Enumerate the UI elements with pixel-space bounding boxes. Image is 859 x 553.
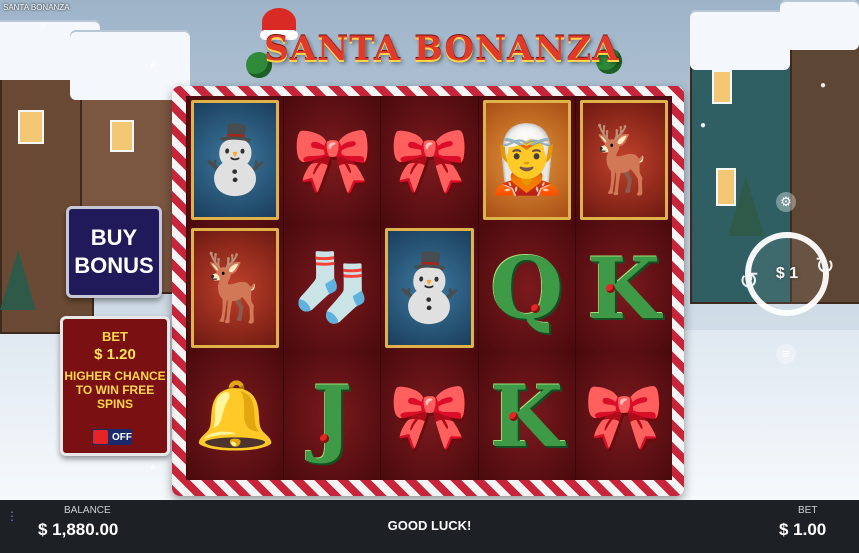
ante-bet-amount: $ 1.20 [94, 346, 136, 363]
letter-k-symbol: K [490, 366, 564, 466]
bow-icon: 🎀 [389, 123, 470, 198]
spin-arrow-icon: ↺ [739, 268, 760, 295]
game-title: SANTA BONANZA [264, 29, 620, 69]
bell-icon: 🔔 [194, 377, 277, 454]
reel-cell-reindeer: 🦌 [574, 96, 672, 224]
window [18, 110, 44, 144]
stocking-icon: 🧦 [291, 249, 374, 326]
ante-bet-panel: BET $ 1.20 HIGHER CHANCE TO WIN FREE SPI… [60, 316, 170, 456]
reel-cell-j: J [283, 352, 381, 480]
reel-cell-snowman: ⛄ [380, 224, 478, 352]
snowflake: ● [820, 80, 827, 91]
roof-right [690, 10, 790, 70]
reel-cell-bow: 🎀 [380, 352, 478, 480]
window [110, 120, 134, 152]
reel-cell-snowman: ⛄ [186, 96, 284, 224]
snowflake: ● [150, 60, 157, 71]
bet-label: BET [798, 505, 818, 516]
spin-bet-amount: $ 1 [775, 265, 799, 282]
toggle-knob [93, 430, 108, 444]
buy-bonus-button[interactable]: BUY BONUS [66, 206, 162, 298]
reel-cell-k: K [574, 224, 672, 352]
spin-arrow-icon: ↻ [814, 253, 835, 280]
balance-label: BALANCE [64, 505, 111, 516]
bet-settings-icon[interactable]: ≡ [776, 344, 796, 364]
bet-value[interactable]: $ 1.00 [779, 520, 826, 540]
reindeer-icon: 🦌 [582, 121, 665, 198]
letter-q-symbol: Q [490, 238, 564, 338]
ante-bet-label: BET [102, 329, 128, 344]
spin-button[interactable]: ↻ $ 1 ↺ [739, 232, 835, 316]
reel-cell-k: K [477, 352, 575, 480]
bow-icon: 🎀 [292, 123, 373, 198]
letter-k-symbol: K [587, 238, 661, 338]
ante-bet-description: HIGHER CHANCE TO WIN FREE SPINS [64, 369, 166, 411]
reel-cell-reindeer: 🦌 [186, 224, 284, 352]
reel-cell-q: Q [477, 224, 575, 352]
berry-icon [605, 284, 615, 293]
snowflake: ● [150, 462, 157, 473]
reel-cell-bow: 🎀 [574, 352, 672, 480]
reel-grid: ⛄ 🎀 🎀 🧝 🦌 🦌 🧦 ⛄ Q K 🔔 J 🎀 K 🎀 [186, 96, 672, 480]
snowman-icon: ⛄ [388, 249, 471, 326]
pine-tree [0, 250, 36, 310]
window-title: SANTA BONANZA [3, 3, 70, 12]
reel-cell-bell: 🔔 [186, 352, 284, 480]
bow-icon: 🎀 [389, 379, 470, 454]
reindeer-icon: 🦌 [194, 249, 277, 326]
pine-tree [728, 176, 764, 236]
autoplay-icon[interactable]: ⚙ [776, 192, 796, 212]
elf-icon: 🧝 [485, 121, 568, 198]
reel-cell-bow: 🎀 [283, 96, 381, 224]
berry-icon [508, 412, 518, 421]
roof-right-2 [780, 0, 859, 50]
snowflake: ● [40, 20, 47, 31]
berry-icon [530, 304, 540, 313]
reel-cell-elf: 🧝 [477, 96, 575, 224]
toggle-state-label: OFF [112, 431, 132, 443]
buy-bonus-line2: BONUS [74, 253, 154, 278]
window [712, 70, 732, 104]
snowman-icon: ⛄ [194, 121, 277, 198]
snowflake: ● [700, 120, 707, 131]
footer-bar: ⋮ BALANCE $ 1,880.00 GOOD LUCK! BET $ 1.… [0, 500, 859, 553]
bow-icon: 🎀 [584, 379, 664, 454]
ante-bet-toggle[interactable]: OFF [92, 429, 132, 445]
reel-cell-bow: 🎀 [380, 96, 478, 224]
status-message: GOOD LUCK! [387, 518, 472, 533]
letter-j-symbol: J [312, 366, 353, 466]
reel-cell-stocking: 🧦 [283, 224, 381, 352]
buy-bonus-line1: BUY [90, 225, 138, 250]
